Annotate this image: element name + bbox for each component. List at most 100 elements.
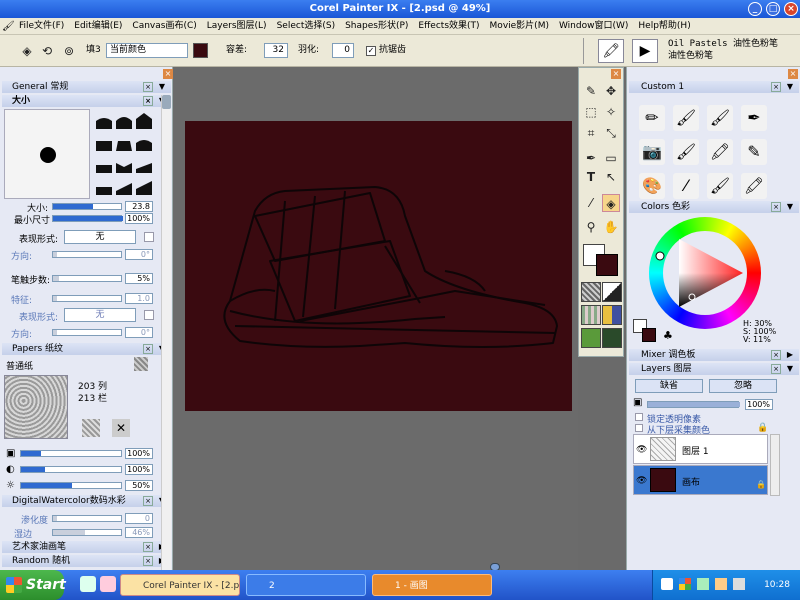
invert2-checkbox[interactable]	[144, 310, 154, 320]
close-icon[interactable]: ×	[771, 364, 781, 374]
brush-variant-label[interactable]: 油性色粉笔	[668, 49, 713, 64]
custom-brush-camera-icon[interactable]: 📷	[639, 139, 665, 165]
menu-effects[interactable]: Effects效果(T)	[413, 18, 484, 35]
colors-palette-header[interactable]: Colors 色彩 × ▼	[629, 201, 799, 213]
paper-scale-slider[interactable]	[20, 450, 122, 457]
quicklaunch-ie-icon[interactable]	[80, 576, 96, 592]
direction-slider[interactable]	[52, 251, 122, 258]
custom-brush-airbrush-icon[interactable]: 🖌	[673, 139, 699, 165]
shape-selection-icon[interactable]: ↖	[602, 168, 620, 186]
close-palette-icon[interactable]: ×	[788, 69, 798, 79]
close-palette-icon[interactable]: ×	[163, 69, 173, 79]
close-toolbox-icon[interactable]: ×	[611, 69, 621, 79]
pattern-selector-icon[interactable]	[581, 305, 601, 325]
magic-wand-icon[interactable]: ✧	[602, 103, 620, 121]
opacity-value[interactable]: 100%	[745, 399, 773, 410]
crop-icon[interactable]: ⌗	[582, 124, 600, 142]
rectangle-shape-icon[interactable]: ▭	[602, 149, 620, 167]
custom-brush-watercolor-icon[interactable]: 🖌	[673, 105, 699, 131]
layers-scrollbar[interactable]	[770, 434, 780, 496]
mixer-palette-header[interactable]: Mixer 调色板 × ▶	[629, 349, 799, 361]
maximize-button[interactable]: □	[766, 2, 780, 16]
brush-tool-icon[interactable]: ✎	[582, 82, 600, 100]
dropper-icon[interactable]: ⁄	[582, 194, 600, 212]
left-palette-scrollbar[interactable]	[161, 95, 171, 570]
menu-select[interactable]: Select选择(S)	[272, 18, 341, 35]
layer-adjuster-icon[interactable]: ✥	[602, 82, 620, 100]
menu-layers[interactable]: Layers图层(L)	[202, 18, 272, 35]
expression-select[interactable]: 无	[64, 230, 136, 244]
paper-swatch-icon[interactable]	[134, 357, 148, 371]
scroll-thumb[interactable]	[162, 95, 171, 109]
watercolor-section-header[interactable]: DigitalWatercolor数码水彩 × ▼	[2, 495, 171, 507]
pick-up-color-checkbox[interactable]	[635, 424, 643, 432]
paper-invert-icon[interactable]	[82, 419, 100, 437]
custom-brush-pastel-icon[interactable]: 🖍	[741, 173, 767, 199]
feature-value[interactable]: 1.0	[125, 293, 153, 304]
fill-color-swatch[interactable]	[193, 43, 208, 58]
opacity-slider[interactable]	[647, 401, 740, 408]
close-button[interactable]: ×	[784, 2, 798, 16]
tolerance-input[interactable]: 32	[264, 43, 288, 58]
menu-canvas[interactable]: Canvas画布(C)	[127, 18, 201, 35]
rectangle-select-icon[interactable]: ⬚	[582, 103, 600, 121]
tray-windows-icon[interactable]	[679, 578, 691, 590]
primary-color-swatch[interactable]	[596, 254, 618, 276]
clone-color-icon[interactable]: ♣	[663, 329, 673, 342]
menu-window[interactable]: Window窗口(W)	[554, 18, 633, 35]
close-icon[interactable]: ×	[771, 202, 781, 212]
direction2-slider[interactable]	[52, 329, 122, 336]
close-icon[interactable]: ×	[771, 82, 781, 92]
fill-select[interactable]: 当前颜色	[106, 43, 188, 58]
diffusion-slider[interactable]	[52, 515, 122, 522]
general-section-header[interactable]: General 常规 × ▼	[2, 81, 171, 93]
chevron-down-icon[interactable]: ▼	[157, 82, 167, 92]
custom-brush-blender-icon[interactable]: ⁄	[673, 173, 699, 199]
close-icon[interactable]: ×	[143, 344, 153, 354]
wet-fringe-value[interactable]: 46%	[125, 527, 153, 538]
custom-palette-header[interactable]: Custom 1 × ▼	[629, 81, 799, 93]
nozzle-selector-icon[interactable]	[602, 328, 622, 348]
stroke-steps-value[interactable]: 5%	[125, 273, 153, 284]
composite-method-select[interactable]: 缺省	[635, 379, 703, 393]
size-slider[interactable]	[52, 203, 122, 210]
menu-help[interactable]: Help帮助(H)	[633, 18, 695, 35]
tray-network-icon[interactable]	[697, 578, 709, 590]
menu-edit[interactable]: Edit编辑(E)	[69, 18, 127, 35]
tray-security-icon[interactable]	[715, 578, 727, 590]
paper-directional-icon[interactable]: ✕	[112, 419, 130, 437]
saturation-value-triangle[interactable]	[649, 217, 761, 329]
tray-volume-icon[interactable]	[733, 578, 745, 590]
close-icon[interactable]: ×	[143, 82, 153, 92]
taskbar-painter[interactable]: Corel Painter IX - [2.p...	[120, 574, 240, 596]
menu-movie[interactable]: Movie影片(M)	[485, 18, 554, 35]
size-section-header[interactable]: 大小 × ▼	[2, 95, 171, 107]
close-icon[interactable]: ×	[771, 350, 781, 360]
brush-category-icon[interactable]: 🖍	[598, 39, 624, 63]
pen-tool-icon[interactable]: ✒	[582, 149, 600, 167]
preserve-transparency-checkbox[interactable]	[635, 413, 643, 421]
invert-checkbox[interactable]	[144, 232, 154, 242]
layer-row[interactable]: 👁 图层 1	[633, 434, 768, 464]
custom-brush-palette-icon[interactable]: 🎨	[639, 173, 665, 199]
feature-slider[interactable]	[52, 295, 122, 302]
brush-variant-icon[interactable]: ▶	[632, 39, 658, 63]
menu-shapes[interactable]: Shapes形状(P)	[340, 18, 413, 35]
custom-brush-pencil-icon[interactable]: ✏	[639, 105, 665, 131]
menu-file[interactable]: File文件(F)	[14, 18, 69, 35]
min-size-slider[interactable]	[52, 215, 123, 222]
paper-brightness-value[interactable]: 50%	[125, 480, 153, 491]
antialias-checkbox[interactable]: ✓	[366, 46, 376, 56]
reset-tool-icon[interactable]: ⟲	[38, 42, 56, 60]
close-icon[interactable]: ×	[143, 556, 153, 566]
eye-icon[interactable]: 👁	[636, 476, 647, 486]
gradient-selector-icon[interactable]	[602, 282, 622, 302]
chevron-down-icon[interactable]: ▼	[785, 82, 795, 92]
chevron-down-icon[interactable]: ▼	[785, 364, 795, 374]
paper-contrast-slider[interactable]	[20, 466, 122, 473]
dab-shapes-icon[interactable]	[94, 111, 156, 197]
look-selector-icon[interactable]	[581, 328, 601, 348]
composite-depth-select[interactable]: 忽略	[709, 379, 777, 393]
grabber-hand-icon[interactable]: ✋	[602, 218, 620, 236]
weaving-selector-icon[interactable]	[602, 305, 622, 325]
